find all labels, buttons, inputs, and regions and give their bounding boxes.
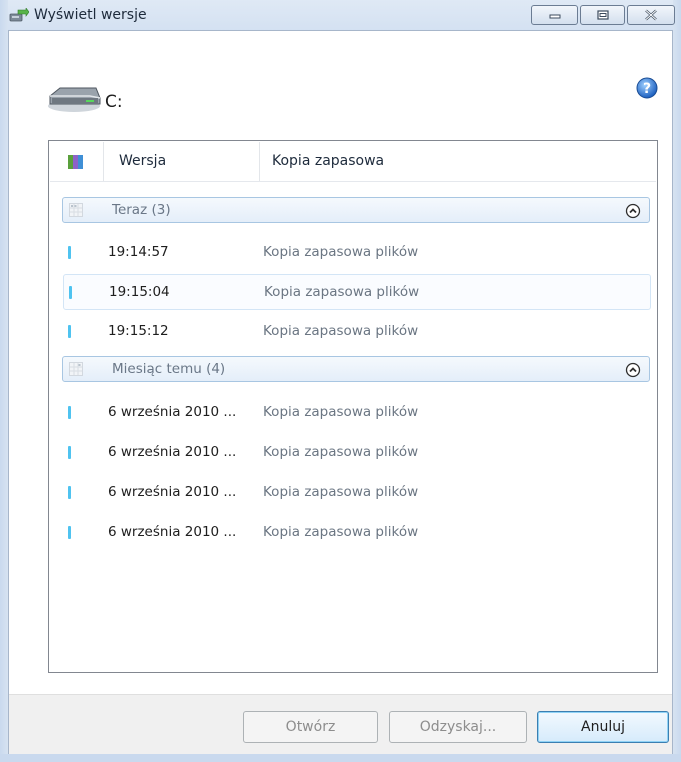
maximize-icon [596, 10, 609, 20]
column-header-version-label: Wersja [119, 153, 167, 169]
version-time: 19:15:12 [108, 323, 169, 339]
version-row[interactable]: 6 września 2010 ... Kopia zapasowa plikó… [63, 395, 651, 431]
column-header-backup-label: Kopia zapasowa [272, 153, 385, 169]
chevron-up-icon[interactable] [625, 362, 641, 378]
drive-label: C: [105, 92, 123, 112]
version-date: 6 września 2010 ... [108, 484, 237, 500]
backup-type: Kopia zapasowa plików [263, 404, 419, 420]
backup-type: Kopia zapasowa plików [263, 244, 419, 260]
open-button[interactable]: Otwórz [243, 711, 378, 743]
close-icon [645, 9, 657, 21]
version-row[interactable]: 19:15:12 Kopia zapasowa plików [63, 314, 651, 350]
group-header-month-ago[interactable]: Miesiąc temu (4) [62, 356, 650, 382]
restore-versions-app-icon [9, 8, 29, 22]
backup-type: Kopia zapasowa plików [264, 284, 420, 300]
backup-type: Kopia zapasowa plików [263, 484, 419, 500]
chevron-up-icon[interactable] [625, 203, 641, 219]
minimize-button[interactable] [531, 5, 578, 25]
backup-type: Kopia zapasowa plików [263, 524, 419, 540]
version-row-selected[interactable]: 19:15:04 Kopia zapasowa plików [63, 274, 651, 310]
version-marker [68, 246, 71, 259]
version-time: 19:15:04 [109, 284, 170, 300]
maximize-button[interactable] [580, 5, 625, 25]
version-row[interactable]: 19:14:57 Kopia zapasowa plików [63, 235, 651, 271]
version-marker [68, 325, 71, 338]
window-title: Wyświetl wersje [34, 7, 147, 23]
column-header-backup[interactable]: Kopia zapasowa [260, 142, 656, 181]
calendar-icon [69, 362, 83, 376]
version-date: 6 września 2010 ... [108, 404, 237, 420]
version-row[interactable]: 6 września 2010 ... Kopia zapasowa plikó… [63, 435, 651, 471]
group-label-month-ago: Miesiąc temu (4) [112, 361, 226, 377]
version-marker [69, 286, 72, 299]
window-frame-left [0, 0, 8, 762]
minimize-icon [549, 14, 560, 19]
group-label-now: Teraz (3) [112, 202, 171, 218]
help-icon[interactable]: ? [636, 77, 658, 99]
version-marker [68, 486, 71, 499]
version-date: 6 września 2010 ... [108, 444, 237, 460]
backup-type: Kopia zapasowa plików [263, 444, 419, 460]
calendar-icon [69, 203, 83, 217]
version-marker [68, 526, 71, 539]
column-header-version[interactable]: Wersja [104, 142, 260, 181]
version-date: 6 września 2010 ... [108, 524, 237, 540]
window-frame-right [673, 0, 681, 762]
version-row[interactable]: 6 września 2010 ... Kopia zapasowa plikó… [63, 515, 651, 551]
color-columns-icon [68, 155, 83, 169]
cancel-button[interactable]: Anuluj [537, 711, 669, 743]
svg-text:?: ? [643, 81, 651, 97]
version-marker [68, 406, 71, 419]
close-button[interactable] [627, 5, 675, 25]
window-frame-bottom [0, 754, 681, 762]
hard-drive-icon [48, 87, 101, 112]
versions-list[interactable]: Wersja Kopia zapasowa Teraz (3) 19:14:57… [48, 140, 658, 673]
recover-button[interactable]: Odzyskaj... [389, 711, 527, 743]
version-time: 19:14:57 [108, 244, 169, 260]
title-bar[interactable]: Wyświetl wersje [0, 0, 681, 30]
backup-type: Kopia zapasowa plików [263, 323, 419, 339]
version-row[interactable]: 6 września 2010 ... Kopia zapasowa plikó… [63, 475, 651, 511]
list-header: Wersja Kopia zapasowa [50, 142, 656, 182]
column-header-icon[interactable] [50, 142, 104, 181]
version-marker [68, 446, 71, 459]
group-header-now[interactable]: Teraz (3) [62, 197, 650, 223]
dialog-window: Wyświetl wersje C: ? Wersja Kopia zapaso… [0, 0, 681, 762]
